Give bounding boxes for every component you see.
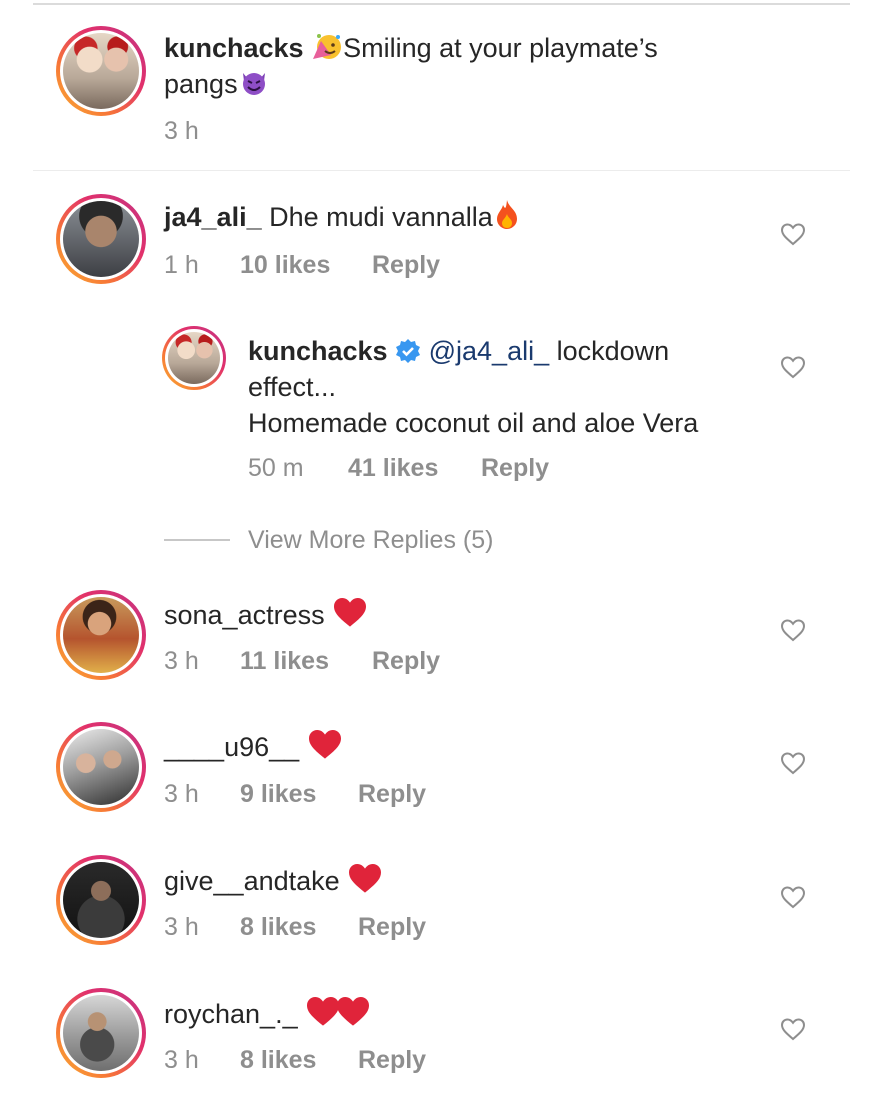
caption-divider xyxy=(33,170,850,171)
comment-time: 3 h xyxy=(164,647,199,675)
comment-text: give__andtake xyxy=(164,862,724,899)
comment-time: 3 h xyxy=(164,780,199,808)
red-heart-icon xyxy=(349,864,382,893)
avatar-give-andtake[interactable] xyxy=(56,855,146,945)
smiling-devil-icon xyxy=(242,73,265,95)
like-heart-icon[interactable] xyxy=(780,751,806,775)
reply-mention[interactable]: @ja4_ali_ xyxy=(429,336,550,366)
reply-line2: effect... xyxy=(248,372,337,402)
comment-username[interactable]: sona_actress xyxy=(164,600,325,630)
caption-text: kunchacks Smiling at your playmate’s pan… xyxy=(164,30,764,102)
comment-time: 3 h xyxy=(164,913,199,941)
avatar-u96[interactable] xyxy=(56,722,146,812)
party-face-icon xyxy=(313,34,342,59)
comment-username[interactable]: roychan_._ xyxy=(164,999,298,1029)
comment-time: 1 h xyxy=(164,251,199,279)
reply-button[interactable]: Reply xyxy=(372,646,440,676)
reply-reply-button[interactable]: Reply xyxy=(481,453,549,483)
comment-likes[interactable]: 8 likes xyxy=(240,1045,316,1075)
reply-text: kunchacks @ja4_ali_ lockdown effect... H… xyxy=(248,333,768,441)
reply-button[interactable]: Reply xyxy=(358,779,426,809)
comment-text: roychan_._ xyxy=(164,995,724,1032)
like-heart-icon[interactable] xyxy=(780,885,806,909)
comment-username[interactable]: ja4_ali_ xyxy=(164,202,262,232)
reply-button[interactable]: Reply xyxy=(358,912,426,942)
comment-text: ja4_ali_ Dhe mudi vannalla xyxy=(164,198,724,235)
red-heart-icon xyxy=(308,730,341,759)
reply-button[interactable]: Reply xyxy=(372,250,440,280)
top-divider xyxy=(33,3,850,5)
like-heart-icon[interactable] xyxy=(780,355,806,379)
caption-line2: pangs xyxy=(164,69,238,99)
comment-body: Dhe mudi vannalla xyxy=(269,202,493,232)
comment-username[interactable]: give__andtake xyxy=(164,866,340,896)
like-heart-icon[interactable] xyxy=(780,618,806,642)
fire-icon xyxy=(496,200,517,229)
reply-line3: Homemade coconut oil and aloe Vera xyxy=(248,408,699,438)
red-heart-icon xyxy=(337,997,370,1026)
comment-text: sona_actress xyxy=(164,596,724,633)
reply-username[interactable]: kunchacks xyxy=(248,336,388,366)
caption-line1: Smiling at your playmate’s xyxy=(343,33,658,63)
comment-likes[interactable]: 9 likes xyxy=(240,779,316,809)
verified-badge-icon xyxy=(396,339,421,363)
comment-time: 3 h xyxy=(164,1046,199,1074)
avatar-ja4-ali[interactable] xyxy=(56,194,146,284)
caption-username[interactable]: kunchacks xyxy=(164,33,304,63)
reply-line1: lockdown xyxy=(556,336,670,366)
comment-likes[interactable]: 8 likes xyxy=(240,912,316,942)
avatar-sona-actress[interactable] xyxy=(56,590,146,680)
avatar-roychan[interactable] xyxy=(56,988,146,1078)
red-heart-icon xyxy=(334,598,367,627)
reply-likes[interactable]: 41 likes xyxy=(348,453,438,483)
comment-likes[interactable]: 11 likes xyxy=(240,646,329,676)
view-more-replies-link[interactable]: View More Replies (5) xyxy=(248,525,493,555)
like-heart-icon[interactable] xyxy=(780,222,806,246)
like-heart-icon[interactable] xyxy=(780,1017,806,1041)
view-more-line xyxy=(164,539,230,541)
comment-likes[interactable]: 10 likes xyxy=(240,250,330,280)
reply-time: 50 m xyxy=(248,454,304,482)
avatar-kunchacks[interactable] xyxy=(56,26,146,116)
comment-username[interactable]: ____u96__ xyxy=(164,732,299,762)
caption-time: 3 h xyxy=(164,117,199,145)
comment-text: ____u96__ xyxy=(164,728,724,765)
reply-button[interactable]: Reply xyxy=(358,1045,426,1075)
avatar-kunchacks-reply[interactable] xyxy=(162,326,226,390)
